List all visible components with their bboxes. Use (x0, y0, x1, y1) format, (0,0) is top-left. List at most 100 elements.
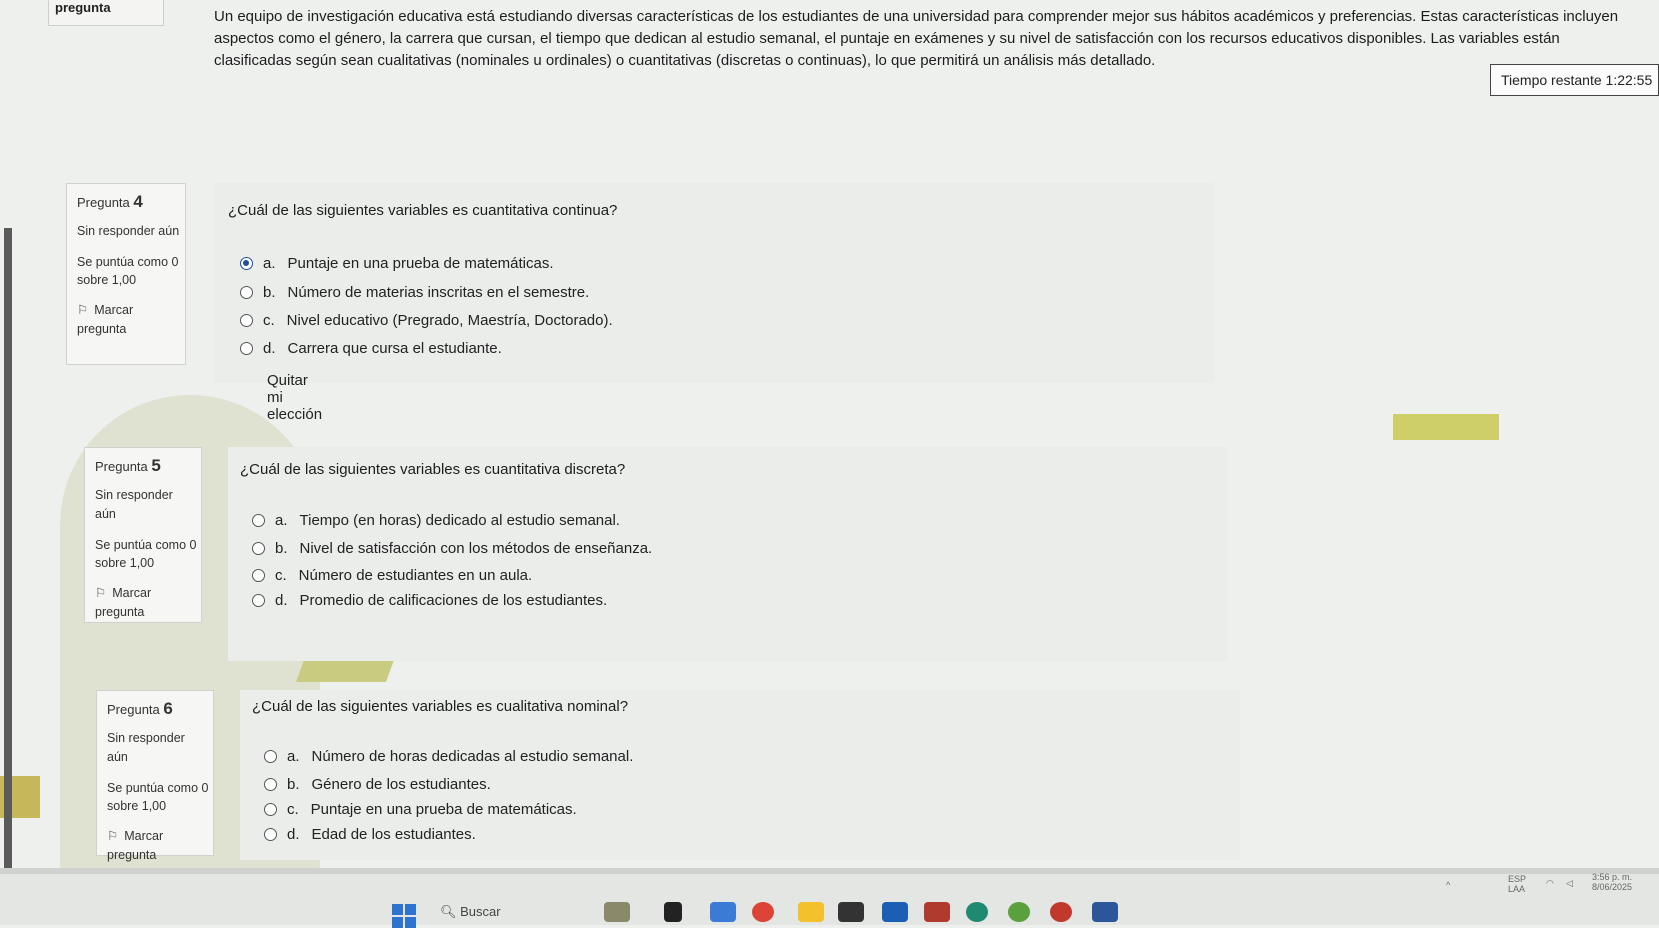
question-info-box: Pregunta 6 Sin responder aún Se puntúa c… (96, 690, 214, 862)
outlook-icon[interactable] (882, 902, 908, 922)
answer-option-a[interactable]: a. Puntaje en una prueba de matemáticas. (240, 255, 554, 272)
copilot-icon[interactable] (710, 902, 736, 922)
question-number-value: 5 (151, 456, 161, 475)
taskbar: 🔍︎ Buscar ^ ESP LAA ◠ ◁ 3:56 p. m. 8/06/… (0, 868, 1659, 928)
question-number-value: 6 (163, 699, 173, 718)
option-letter: d. (263, 340, 276, 357)
option-letter: c. (287, 801, 299, 818)
question-text: ¿Cuál de las siguientes variables es cua… (252, 698, 629, 715)
wifi-icon[interactable]: ◠ (1546, 878, 1554, 889)
option-text: Género de los estudiantes. (311, 776, 491, 793)
file-explorer-icon[interactable] (798, 902, 824, 922)
clock-time: 3:56 p. m. (1592, 872, 1633, 882)
question-grade: Se puntúa como 0 sobre 1,00 (77, 255, 179, 287)
question-info-box: Pregunta 5 Sin responder aún Se puntúa c… (84, 447, 202, 623)
search-icon: 🔍︎ (440, 904, 457, 919)
option-letter: d. (287, 826, 300, 843)
edge-icon[interactable] (966, 902, 988, 922)
flag-icon: ⚐ (107, 829, 119, 843)
radio-button[interactable] (240, 286, 253, 299)
flag-question-link[interactable]: ⚐ Marcar pregunta (107, 827, 209, 865)
question-number: Pregunta 5 (95, 456, 197, 476)
task-view-icon[interactable] (664, 902, 682, 922)
option-text: Nivel de satisfacción con los métodos de… (299, 540, 653, 557)
radio-button[interactable] (252, 569, 265, 582)
option-text: Nivel educativo (Pregrado, Maestría, Doc… (286, 312, 613, 329)
answer-option-c[interactable]: c. Número de estudiantes en un aula. (252, 567, 532, 584)
answer-option-a[interactable]: a. Número de horas dedicadas al estudio … (264, 748, 633, 765)
radio-button[interactable] (252, 514, 265, 527)
dropbox-icon[interactable] (838, 902, 864, 922)
radio-button[interactable] (252, 542, 265, 555)
radio-button[interactable] (252, 594, 265, 607)
radio-button[interactable] (264, 778, 277, 791)
question-number-value: 4 (133, 192, 143, 211)
background-highlight (295, 660, 395, 682)
option-text: Tiempo (en horas) dedicado al estudio se… (299, 512, 620, 529)
page-left-border (4, 228, 12, 898)
option-letter: b. (263, 284, 276, 301)
time-remaining: Tiempo restante 1:22:55 (1490, 64, 1659, 96)
question-intro-text: Un equipo de investigación educativa est… (214, 8, 1619, 69)
question-label: Pregunta (77, 195, 130, 210)
answer-option-b[interactable]: b. Número de materias inscritas en el se… (240, 284, 589, 301)
question-state: Sin responder aún (77, 224, 180, 238)
answer-option-d[interactable]: d. Promedio de calificaciones de los est… (252, 592, 607, 609)
radio-button[interactable] (240, 342, 253, 355)
answer-option-c[interactable]: c. Puntaje en una prueba de matemáticas. (264, 801, 577, 818)
answer-option-d[interactable]: d. Carrera que cursa el estudiante. (240, 340, 502, 357)
chrome-icon[interactable] (1050, 902, 1072, 922)
background-highlight (1393, 414, 1499, 440)
answer-option-d[interactable]: d. Edad de los estudiantes. (264, 826, 476, 843)
radio-button[interactable] (264, 803, 277, 816)
answer-option-b[interactable]: b. Género de los estudiantes. (264, 776, 491, 793)
question-label: Pregunta (107, 702, 160, 717)
option-letter: b. (287, 776, 300, 793)
flag-question-link[interactable]: ⚐ Marcar pregunta (95, 584, 197, 622)
question-header-tab: pregunta (48, 0, 164, 26)
answer-option-b[interactable]: b. Nivel de satisfacción con los métodos… (252, 540, 652, 557)
option-letter: d. (275, 592, 288, 609)
volume-icon[interactable]: ◁ (1566, 878, 1573, 889)
radio-button[interactable] (264, 750, 277, 763)
option-text: Puntaje en una prueba de matemáticas. (310, 801, 577, 818)
tray-chevron-icon[interactable]: ^ (1446, 880, 1450, 890)
option-text: Puntaje en una prueba de matemáticas. (287, 255, 554, 272)
widget-icon[interactable] (604, 902, 630, 922)
question-header-label: pregunta (55, 0, 111, 15)
chrome-icon[interactable] (1008, 902, 1030, 922)
windows-start-icon[interactable] (392, 904, 416, 928)
flag-question-link[interactable]: ⚐ Marcar pregunta (77, 301, 181, 339)
question-text: ¿Cuál de las siguientes variables es cua… (240, 461, 626, 478)
answer-option-c[interactable]: c. Nivel educativo (Pregrado, Maestría, … (240, 312, 613, 329)
app-icon[interactable] (924, 902, 950, 922)
language-indicator[interactable]: ESP LAA (1508, 874, 1526, 894)
answer-option-a[interactable]: a. Tiempo (en horas) dedicado al estudio… (252, 512, 620, 529)
question-state: Sin responder aún (107, 731, 185, 764)
option-text: Número de materias inscritas en el semes… (287, 284, 590, 301)
system-clock[interactable]: 3:56 p. m. 8/06/2025 (1592, 872, 1632, 892)
option-text: Promedio de calificaciones de los estudi… (299, 592, 608, 609)
option-letter: a. (275, 512, 288, 529)
option-text: Carrera que cursa el estudiante. (287, 340, 502, 357)
keyboard-layout: LAA (1508, 884, 1526, 894)
option-letter: b. (275, 540, 288, 557)
word-icon[interactable] (1092, 902, 1118, 922)
flag-icon: ⚐ (95, 586, 107, 600)
question-text: ¿Cuál de las siguientes variables es cua… (228, 202, 618, 219)
taskbar-search-label: Buscar (460, 904, 501, 919)
question-grade: Se puntúa como 0 sobre 1,00 (95, 538, 197, 570)
taskbar-search[interactable]: 🔍︎ Buscar (440, 904, 501, 920)
option-letter: c. (263, 312, 275, 329)
option-text: Número de estudiantes en un aula. (298, 567, 533, 584)
radio-button[interactable] (264, 828, 277, 841)
radio-button[interactable] (240, 314, 253, 327)
radio-button[interactable] (240, 257, 253, 270)
language-code: ESP (1508, 874, 1527, 884)
chrome-icon[interactable] (752, 902, 774, 922)
clear-choice-link[interactable]: Quitar mi elección (267, 372, 322, 423)
option-letter: a. (263, 255, 276, 272)
question-info-box: Pregunta 4 Sin responder aún Se puntúa c… (66, 183, 186, 365)
option-letter: a. (287, 748, 300, 765)
clock-date: 8/06/2025 (1592, 882, 1633, 892)
